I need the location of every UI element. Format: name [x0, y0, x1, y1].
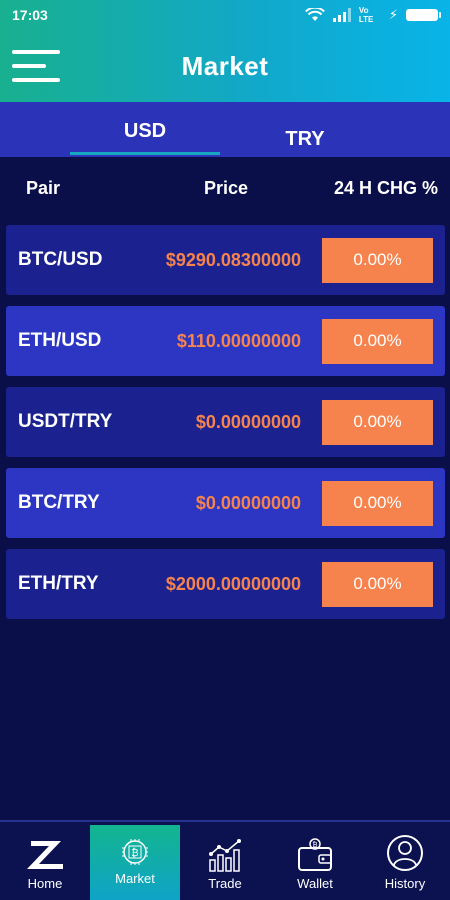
svg-text:₿: ₿: [312, 841, 317, 849]
bitcoin-chip-icon: ₿: [122, 839, 148, 865]
menu-line: [12, 50, 60, 54]
chart-up-icon: [209, 839, 241, 872]
menu-line: [12, 64, 46, 68]
market-row[interactable]: BTC/USD $9290.08300000 0.00%: [6, 225, 445, 295]
nav-wallet[interactable]: ₿ Wallet: [270, 822, 360, 900]
pair-label: USDT/TRY: [18, 411, 113, 432]
price-value: $9290.08300000: [165, 249, 301, 270]
menu-line: [12, 78, 60, 82]
price-value: $2000.00000000: [165, 573, 301, 594]
nav-label: Home: [27, 876, 63, 891]
nav-home[interactable]: Home: [0, 822, 90, 900]
change-badge[interactable]: 0.00%: [322, 480, 433, 526]
user-circle-icon: [387, 835, 423, 871]
currency-tabs: USD TRY: [0, 102, 450, 157]
change-badge[interactable]: 0.00%: [322, 561, 433, 607]
header: 17:03 Vo LTE ⚡ Market: [0, 0, 450, 102]
column-header-price: Price: [204, 178, 249, 198]
logo-z-icon: [27, 841, 63, 869]
pair-label: ETH/TRY: [18, 573, 99, 594]
tab-usd[interactable]: USD: [70, 102, 220, 157]
market-row[interactable]: USDT/TRY $0.00000000 0.00%: [6, 387, 445, 457]
wifi-icon: [304, 8, 325, 21]
column-header-pair: Pair: [26, 178, 61, 198]
battery-icon: [406, 9, 441, 21]
nav-label: Market: [115, 871, 155, 886]
nav-market[interactable]: ₿ Market: [90, 825, 180, 900]
market-row[interactable]: ETH/USD $110.00000000 0.00%: [6, 306, 445, 376]
nav-trade[interactable]: Trade: [180, 822, 270, 900]
price-value: $0.00000000: [195, 411, 301, 432]
app-bar: Market: [0, 30, 450, 102]
menu-button[interactable]: [12, 48, 60, 84]
status-icons: Vo LTE ⚡: [304, 6, 441, 24]
page-title: Market: [181, 50, 269, 81]
change-badge[interactable]: 0.00%: [322, 237, 433, 283]
wallet-icon: ₿: [298, 838, 332, 871]
nav-label: History: [384, 876, 426, 891]
nav-label: Trade: [208, 876, 242, 891]
column-headers: Pair Price 24 H CHG %: [0, 157, 450, 220]
tab-try[interactable]: TRY: [230, 102, 380, 157]
status-time: 17:03: [12, 7, 48, 23]
signal-icon: [332, 8, 351, 22]
nav-history[interactable]: History: [360, 822, 450, 900]
price-value: $110.00000000: [176, 330, 301, 351]
network-label: Vo LTE: [358, 6, 374, 24]
change-badge[interactable]: 0.00%: [322, 318, 433, 364]
column-header-change: 24 H CHG %: [333, 178, 438, 198]
market-row[interactable]: ETH/TRY $2000.00000000 0.00%: [6, 549, 445, 619]
market-row[interactable]: BTC/TRY $0.00000000 0.00%: [6, 468, 445, 538]
pair-label: BTC/TRY: [18, 492, 100, 513]
change-badge[interactable]: 0.00%: [322, 399, 433, 445]
bottom-nav: Home ₿ Market Trade ₿ Wallet History: [0, 820, 450, 900]
status-bar: 17:03 Vo LTE ⚡: [0, 0, 450, 30]
nav-label: Wallet: [297, 876, 333, 891]
charging-icon: ⚡: [388, 7, 398, 22]
svg-text:₿: ₿: [131, 847, 138, 859]
price-value: $0.00000000: [195, 492, 301, 513]
pair-label: BTC/USD: [18, 249, 103, 270]
pair-label: ETH/USD: [18, 330, 102, 351]
